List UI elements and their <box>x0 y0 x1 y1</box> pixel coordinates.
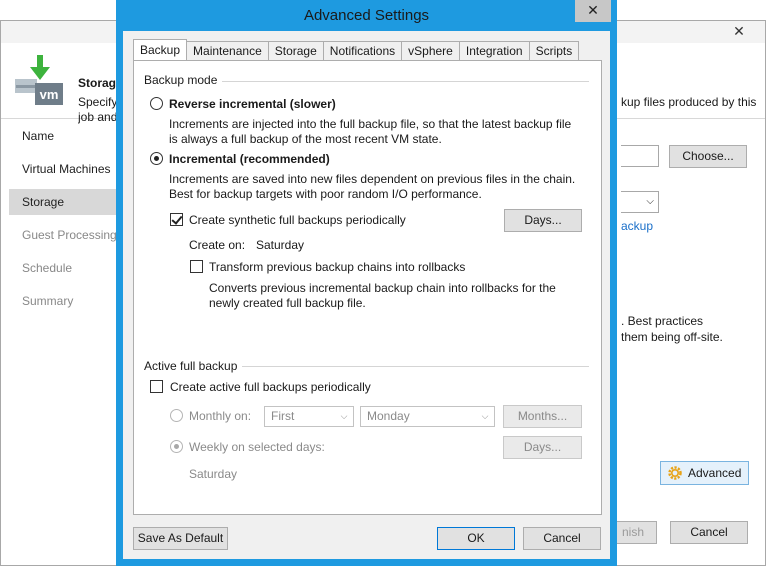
synthetic-full-checkbox[interactable] <box>170 213 183 226</box>
tab-backup[interactable]: Backup <box>133 39 188 61</box>
wizard-step-title: Storag <box>78 76 117 90</box>
advanced-button-label: Advanced <box>688 466 742 480</box>
wizard-step-schedule[interactable]: Schedule <box>9 255 119 281</box>
monthly-day-select[interactable]: Monday ⌵ <box>360 406 495 427</box>
vm-backup-logo-icon: vm <box>15 55 63 105</box>
advanced-settings-dialog: Advanced Settings ✕ Backup Maintenance S… <box>116 0 617 566</box>
dialog-title: Advanced Settings <box>303 7 430 24</box>
transform-chains-label: Transform previous backup chains into ro… <box>209 260 466 274</box>
dialog-cancel-button[interactable]: Cancel <box>523 527 601 550</box>
wizard-step-name[interactable]: Name <box>9 123 119 149</box>
tab-notifications[interactable]: Notifications <box>323 41 403 61</box>
repository-path-input[interactable] <box>621 145 659 167</box>
months-button[interactable]: Months... <box>503 405 582 428</box>
tab-vsphere[interactable]: vSphere <box>402 41 460 61</box>
active-full-group-label: Active full backup <box>144 359 238 373</box>
reverse-incremental-description: Increments are injected into the full ba… <box>169 117 571 147</box>
monthly-day-value: Monday <box>367 409 410 423</box>
monthly-week-select[interactable]: First ⌵ <box>264 406 354 427</box>
chevron-down-icon: ⌵ <box>340 411 348 421</box>
dialog-close-button[interactable]: ✕ <box>575 0 611 22</box>
wizard-close-button[interactable]: ✕ <box>717 21 761 41</box>
gear-icon <box>668 466 682 480</box>
wizard-step-storage[interactable]: Storage <box>9 189 119 215</box>
best-practices-text-1: . Best practices <box>621 314 704 328</box>
monthly-label: Monthly on: <box>189 409 252 423</box>
weekly-label: Weekly on selected days: <box>189 440 325 454</box>
reverse-incremental-desc-line2: is always a full backup of the most rece… <box>169 132 442 146</box>
reverse-incremental-desc-line1: Increments are injected into the full ba… <box>169 117 572 131</box>
incremental-label: Incremental (recommended) <box>169 152 330 166</box>
incremental-desc-line1: Increments are saved into new files depe… <box>169 172 576 186</box>
synthetic-full-label: Create synthetic full backups periodical… <box>189 213 406 227</box>
transform-chains-description: Converts previous incremental backup cha… <box>209 281 556 311</box>
tab-scripts[interactable]: Scripts <box>529 41 580 61</box>
tab-maintenance[interactable]: Maintenance <box>187 41 269 61</box>
dialog-titlebar: Advanced Settings ✕ <box>116 0 617 31</box>
active-full-checkbox[interactable] <box>150 380 163 393</box>
map-backup-link[interactable]: ackup <box>621 219 653 233</box>
transform-chains-desc-line2: newly created full backup file. <box>209 296 366 310</box>
transform-chains-checkbox[interactable] <box>190 260 203 273</box>
reverse-incremental-label: Reverse incremental (slower) <box>169 97 336 111</box>
wizard-step-guest-processing[interactable]: Guest Processing <box>9 222 119 248</box>
weekly-selected-days: Saturday <box>189 467 238 481</box>
tab-storage[interactable]: Storage <box>268 41 324 61</box>
reverse-incremental-radio[interactable] <box>150 97 163 110</box>
advanced-button[interactable]: Advanced <box>660 461 749 485</box>
save-as-default-button[interactable]: Save As Default <box>133 527 228 550</box>
incremental-description: Increments are saved into new files depe… <box>169 172 575 202</box>
wizard-step-summary[interactable]: Summary <box>9 288 119 314</box>
monthly-radio[interactable] <box>170 409 183 422</box>
chevron-down-icon: ⌵ <box>481 411 489 421</box>
active-full-label: Create active full backups periodically <box>170 380 371 394</box>
chevron-down-icon: ⌵ <box>646 196 654 207</box>
settings-tabs: Backup Maintenance Storage Notifications… <box>133 39 580 61</box>
repository-select[interactable]: ⌵ <box>621 191 659 213</box>
incremental-desc-line2: Best for backup targets with poor random… <box>169 187 482 201</box>
monthly-week-value: First <box>271 409 295 423</box>
create-on-label: Create on: <box>189 238 246 252</box>
choose-button[interactable]: Choose... <box>669 145 747 168</box>
weekly-days-button[interactable]: Days... <box>503 436 582 459</box>
transform-chains-desc-line1: Converts previous incremental backup cha… <box>209 281 556 295</box>
tab-integration[interactable]: Integration <box>459 41 530 61</box>
backup-mode-divider <box>222 81 589 82</box>
wizard-desc-right: kup files produced by this <box>621 95 757 109</box>
incremental-radio[interactable] <box>150 152 163 165</box>
weekly-radio[interactable] <box>170 440 183 453</box>
svg-text:vm: vm <box>40 87 59 102</box>
backup-mode-group-label: Backup mode <box>144 73 218 87</box>
wizard-steps-nav: Name Virtual Machines Storage Guest Proc… <box>9 123 119 321</box>
dialog-body: Backup Maintenance Storage Notifications… <box>123 31 610 559</box>
active-full-divider <box>242 366 589 367</box>
wizard-step-virtual-machines[interactable]: Virtual Machines <box>9 156 119 182</box>
create-on-value: Saturday <box>256 238 305 252</box>
backup-tab-panel: Backup mode Reverse incremental (slower)… <box>133 60 602 515</box>
best-practices-text-2: them being off-site. <box>621 330 723 344</box>
ok-button[interactable]: OK <box>437 527 515 550</box>
synthetic-days-button[interactable]: Days... <box>504 209 582 232</box>
wizard-cancel-button[interactable]: Cancel <box>670 521 748 544</box>
